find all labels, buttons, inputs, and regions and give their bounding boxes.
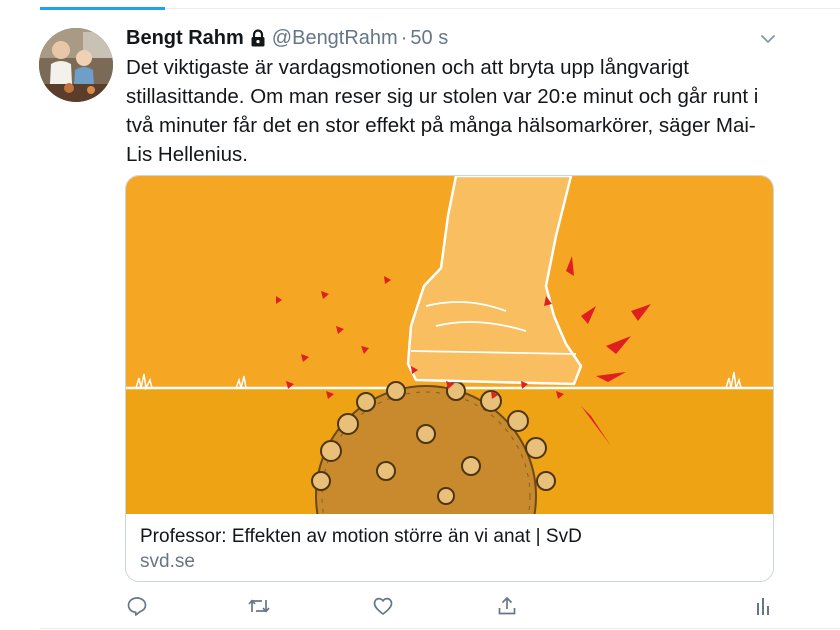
analytics-icon[interactable] — [750, 594, 774, 618]
retweet-icon[interactable] — [247, 594, 271, 618]
tweet-text-line: Lis Hellenius. — [126, 143, 248, 166]
avatar-photo — [39, 28, 113, 102]
lock-icon — [250, 29, 266, 47]
card-image — [126, 176, 773, 514]
reply-icon[interactable] — [125, 594, 149, 618]
bottom-divider — [40, 628, 840, 629]
author-handle[interactable]: @BengtRahm — [272, 27, 398, 50]
tweet-text-line: stillasittande. Om man reser sig ur stol… — [126, 85, 759, 108]
card-title[interactable]: Professor: Effekten av motion större än … — [140, 526, 582, 548]
tweet-text-line: två minuter får det en stor effekt på må… — [126, 114, 756, 137]
link-card[interactable]: Professor: Effekten av motion större än … — [125, 175, 774, 582]
tweet-header: Bengt Rahm @BengtRahm · 50 s — [126, 25, 448, 51]
card-domain[interactable]: svd.se — [140, 551, 195, 573]
separator-dot: · — [400, 26, 408, 49]
like-icon[interactable] — [371, 594, 395, 618]
author-name[interactable]: Bengt Rahm — [126, 27, 244, 50]
tweet-text-line: Det viktigaste är vardagsmotionen och at… — [126, 56, 689, 79]
tweet-text: Det viktigaste är vardagsmotionen och at… — [126, 53, 776, 169]
tweet-timestamp[interactable]: 50 s — [410, 27, 448, 50]
avatar[interactable] — [39, 28, 113, 102]
active-tab-indicator — [40, 7, 165, 10]
chevron-down-icon[interactable] — [758, 29, 778, 49]
share-icon[interactable] — [495, 594, 519, 618]
